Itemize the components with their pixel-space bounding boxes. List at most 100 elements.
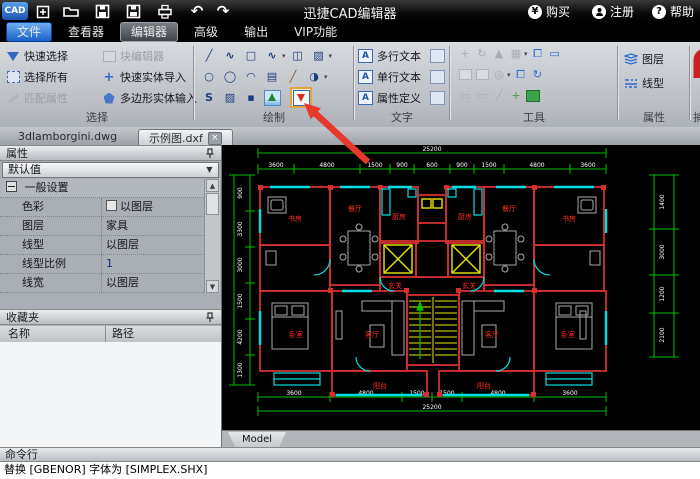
copy-blue-icon[interactable]: ⧠ [531,47,545,60]
fade-icon[interactable]: ◑ [305,68,323,85]
property-value[interactable]: 1 [106,255,113,273]
property-value[interactable]: 以图层 [106,198,153,216]
scroll-thumb[interactable] [206,193,219,215]
trim-icon[interactable]: ▭ [458,89,472,102]
pin-icon[interactable] [205,148,215,163]
select-all-button[interactable]: 选择所有 [6,68,68,86]
add-entity-icon[interactable]: + [509,89,523,102]
favorites-col-name[interactable]: 名称 [8,326,30,341]
text-edit-button[interactable] [430,89,445,107]
ellipse-icon[interactable]: ◯ [221,68,239,85]
favorites-col-path[interactable]: 路径 [112,326,134,341]
scroll-up-icon[interactable]: ▲ [206,179,219,192]
menu-bar: 文件 查看器 编辑器 高级 输出 VIP功能 [0,22,700,42]
chevron-down-icon[interactable]: ▾ [507,71,511,79]
paste-special-icon[interactable]: ▭ [548,47,562,60]
scroll-down-icon[interactable]: ▼ [206,280,219,293]
svg-text:4200: 4200 [237,329,244,344]
point-icon[interactable]: ▪ [242,89,260,106]
fillet-icon[interactable]: ╱ [492,89,506,102]
buy-button[interactable]: ¥ 购买 [528,3,570,20]
menu-viewer[interactable]: 查看器 [58,23,114,41]
pin-icon[interactable] [205,312,215,327]
preset-value: 默认值 [8,163,41,176]
chevron-down-icon[interactable]: ▾ [524,50,528,58]
property-value[interactable]: 家具 [106,217,128,235]
property-row-lineweight[interactable]: 线宽 以图层 [0,274,204,293]
menu-file[interactable]: 文件 [6,22,52,42]
text-style-button[interactable] [430,68,445,86]
register-button[interactable]: 注册 [592,3,634,20]
line-icon[interactable]: ╱ [200,47,218,64]
s-curve-icon[interactable]: S [200,89,218,106]
chevron-down-icon[interactable]: ▾ [324,73,328,81]
property-row-linetype[interactable]: 线型 以图层 [0,236,204,255]
magnet-icon[interactable] [692,48,700,82]
properties-scrollbar[interactable]: ▲ ▼ [204,179,220,293]
stext-button[interactable]: A单行文本 [358,68,421,86]
property-key: 色彩 [22,198,44,216]
refresh-icon[interactable]: ↻ [531,68,545,81]
chevron-down-icon[interactable]: ▾ [329,52,333,60]
mirror-icon[interactable]: ▲ [492,47,506,60]
block-insert-icon[interactable]: ◫ [289,47,307,64]
hatch-icon[interactable]: ▨ [310,47,328,64]
property-value[interactable]: 以图层 [106,236,139,254]
rotate-icon[interactable]: ↻ [475,47,489,60]
attribute-define-button[interactable]: A属性定义 [358,89,421,107]
paste2-icon[interactable] [475,68,489,81]
close-tab-icon[interactable]: × [208,132,222,145]
match-properties-button[interactable]: 匹配属性 [6,89,68,107]
doc-tab-dwg[interactable]: 3dlamborgini.dwg [8,129,127,145]
polyline-icon[interactable]: ∿ [221,47,239,64]
collapse-icon[interactable] [6,181,17,192]
property-group-row[interactable]: 一般设置 [0,179,204,198]
command-line-text[interactable]: 替换 [GBENOR] 字体为 [SIMPLEX.SHX] [0,462,700,479]
property-row-ltscale[interactable]: 线型比例 1 [0,255,204,274]
menu-editor[interactable]: 编辑器 [120,22,178,42]
tree-image-icon[interactable] [263,89,281,106]
hatch-pattern-icon[interactable]: ▨ [221,89,239,106]
table-icon[interactable] [526,89,540,102]
quick-entity-import-button[interactable]: + 快速实体导入 [102,68,186,86]
array-icon[interactable]: ▦ [509,47,523,60]
svg-text:900: 900 [396,162,408,169]
svg-text:25200: 25200 [422,146,441,153]
text-scale-button[interactable] [430,47,445,65]
group-icon[interactable]: ⧠ [514,68,528,81]
quick-select-button[interactable]: 快速选择 [6,47,68,65]
arc-icon[interactable]: ◠ [242,68,260,85]
polygon-entity-input-button[interactable]: 多边形实体输入 [102,89,197,107]
zoom-select-icon[interactable]: ◎ [492,68,506,81]
command-line-header[interactable]: 命令行 [0,447,700,462]
move-icon[interactable]: + [458,47,472,60]
svg-text:3600: 3600 [286,390,301,397]
room-label: 餐厅 [348,204,362,213]
linetype-button[interactable]: 线型 [624,74,664,92]
chevron-down-icon[interactable]: ▾ [282,52,286,60]
menu-vip[interactable]: VIP功能 [284,23,347,41]
help-button[interactable]: ? 帮助 [652,3,694,20]
preset-dropdown[interactable]: 默认值 ▼ [2,162,219,178]
svg-text:600: 600 [426,162,438,169]
document-tab-bar: 3dlamborgini.dwg 示例图.dxf × [0,127,700,146]
model-tab[interactable]: Model [228,432,286,447]
circle-icon[interactable]: ○ [200,68,218,85]
property-row-layer[interactable]: 图层 家具 [0,217,204,236]
layer-button[interactable]: 图层 [624,50,664,68]
paste-icon[interactable] [458,68,472,81]
drawing-canvas[interactable]: 25200 36004800 1500900 600900 15004800 3… [222,145,700,430]
raster-image-icon-highlighted[interactable] [292,89,310,106]
spline-icon[interactable]: ∿ [263,47,281,64]
mtext-button[interactable]: A多行文本 [358,47,421,65]
extend-icon[interactable]: ▭ [475,89,489,102]
property-row-color[interactable]: 色彩 以图层 [0,198,204,217]
block-editor-button[interactable]: 块编辑器 [102,47,164,65]
sheet-icon[interactable]: ▤ [263,68,281,85]
menu-output[interactable]: 输出 [234,23,278,41]
pen-icon[interactable]: ╱ [284,68,302,85]
property-value[interactable]: 以图层 [106,274,139,292]
rectangle-icon[interactable]: □ [242,47,260,64]
doc-tab-dxf-active[interactable]: 示例图.dxf × [138,129,233,146]
menu-advanced[interactable]: 高级 [184,23,228,41]
